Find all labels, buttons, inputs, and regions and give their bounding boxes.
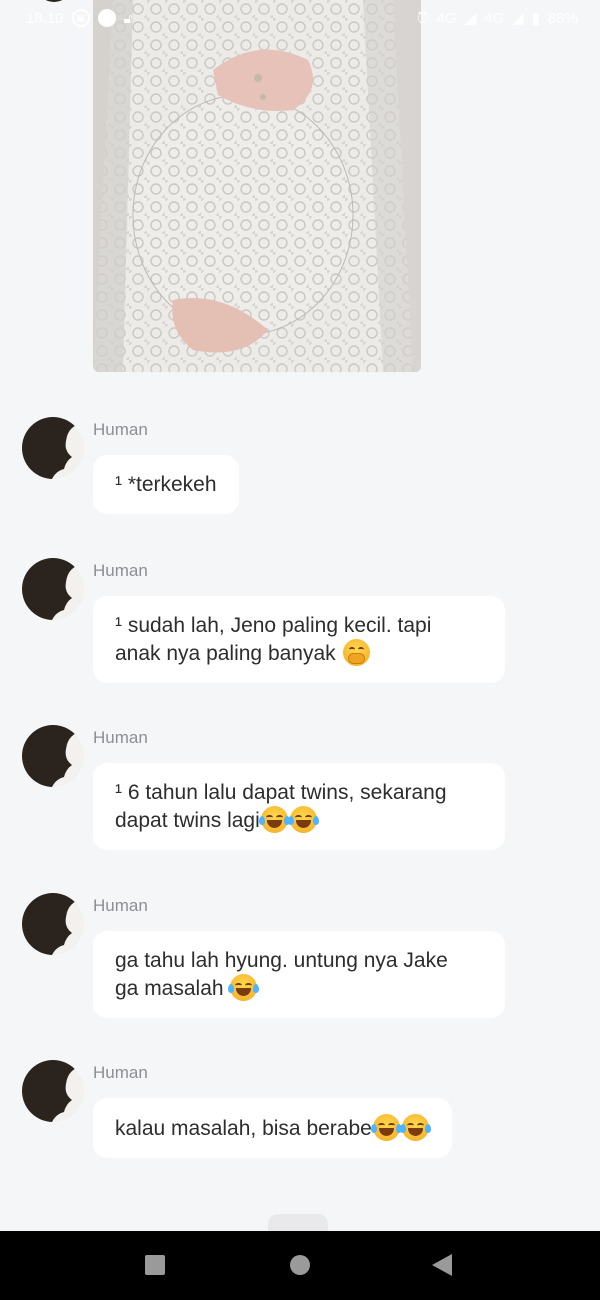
avatar-image [22,725,84,787]
signal-icon-2: ◢ [512,10,524,27]
battery-icon: ▮ [531,10,540,27]
hand-over-mouth-emoji-icon [342,639,370,666]
message-text-line-1: ga tahu lah hyung. untung nya Jake [115,949,448,972]
avatar-image [22,558,84,620]
message-text-line-2: dapat twins lagi [115,809,260,832]
lock-icon: 🔓︎ [123,9,133,26]
network-label-1: 4G [436,9,457,27]
sender-name: Human [93,420,148,439]
message-text: ¹ *terkekeh [115,473,217,496]
status-bar: 18.10 ▣ 🔓︎ ⏰︎ 4G ◢ 4G ◢ ▮ 88% [0,0,600,36]
chat-screen: 18.10 ▣ 🔓︎ ⏰︎ 4G ◢ 4G ◢ ▮ 88% Human ¹ *t… [0,0,600,1300]
back-icon[interactable] [432,1254,452,1276]
message-text-line-2: ga masalah [115,977,224,1000]
sender-name: Human [93,896,148,915]
avatar[interactable] [22,725,84,787]
message-text-line-2: anak nya paling banyak [115,642,336,665]
avatar[interactable] [22,417,84,479]
network-label-2: 4G [484,9,505,27]
home-icon[interactable] [290,1255,310,1275]
message-bubble[interactable]: ¹ sudah lah, Jeno paling kecil. tapi ana… [93,596,505,683]
message-bubble[interactable]: ga tahu lah hyung. untung nya Jake ga ma… [93,931,505,1018]
tears-of-joy-emoji-icon [399,1114,431,1141]
avatar-image [22,1060,84,1122]
tears-of-joy-emoji-icon [258,806,290,833]
avatar[interactable] [22,893,84,955]
tears-of-joy-emoji-icon [228,974,260,1001]
signal-icon: ◢ [464,10,477,27]
tears-of-joy-emoji-icon [287,806,319,833]
message-text-line-1: ¹ 6 tahun lalu dapat twins, sekarang [115,781,447,804]
alarm-icon: ⏰︎ [416,9,429,27]
message-bubble[interactable]: ¹ *terkekeh [93,455,239,514]
message-bubble[interactable]: kalau masalah, bisa berabe [93,1098,452,1158]
message-text-line-1: ¹ sudah lah, Jeno paling kecil. tapi [115,614,432,637]
recent-apps-icon[interactable] [145,1255,165,1275]
message-bubble[interactable]: ¹ 6 tahun lalu dapat twins, sekarang dap… [93,763,505,850]
avatar-image [22,417,84,479]
status-time: 18.10 [26,9,64,27]
avatar-image [22,893,84,955]
sender-name: Human [93,561,148,580]
chat-photo[interactable] [93,0,421,372]
photo-image [93,0,421,372]
play-icon [97,9,116,27]
message-text: kalau masalah, bisa berabe [115,1117,372,1140]
avatar[interactable] [22,558,84,620]
sender-name: Human [93,1063,148,1082]
navigation-bar [0,1231,600,1300]
screen-record-icon: ▣ [71,9,90,27]
sender-name: Human [93,728,148,747]
tears-of-joy-emoji-icon [370,1114,402,1141]
avatar[interactable] [22,1060,84,1122]
battery-level: 88% [547,9,578,27]
